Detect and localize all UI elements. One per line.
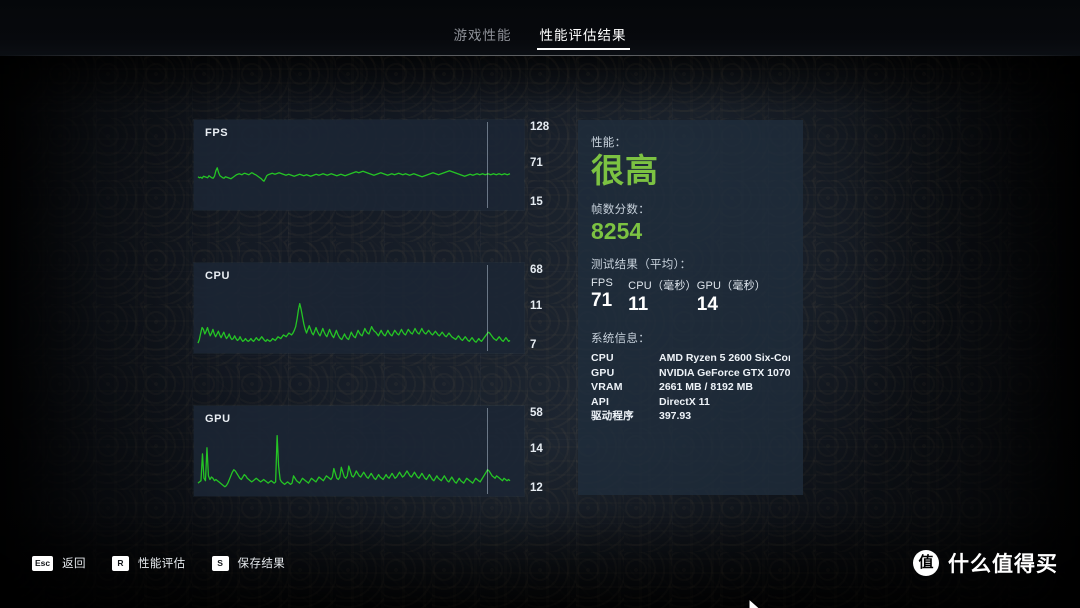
chart-axis-cpu: 68 11 7 <box>487 263 570 353</box>
system-info-row-cpu: CPU AMD Ryzen 5 2600 Six-Core Proces... <box>591 351 790 366</box>
tab-game-performance[interactable]: 游戏性能 <box>451 24 515 50</box>
chart-plot-gpu <box>194 406 524 496</box>
key-hints-bar: Esc 返回 R 性能评估 S 保存结果 <box>32 555 285 571</box>
results-row: FPS 71 CPU（毫秒） 11 GPU（毫秒） 14 <box>591 277 790 316</box>
mouse-cursor-icon <box>748 598 760 608</box>
system-info-row-gpu: GPU NVIDIA GeForce GTX 1070 Til <box>591 366 790 381</box>
axis-mid-cpu: 11 <box>530 300 543 312</box>
key-s-icon: S <box>211 555 229 571</box>
result-fps-value: 71 <box>591 290 613 311</box>
tab-benchmark-results[interactable]: 性能评估结果 <box>536 24 630 50</box>
axis-line-gpu <box>487 408 488 494</box>
performance-label: 性能： <box>591 137 627 149</box>
chart-card-gpu: GPU <box>194 406 524 496</box>
top-bar: 游戏性能 性能评估结果 <box>0 0 1080 56</box>
system-info-value-vram: 2661 MB / 8192 MB <box>659 381 753 393</box>
chart-title-gpu: GPU <box>205 413 231 425</box>
system-info-key-driver: 驱动程序 <box>591 410 634 422</box>
system-info-rows: CPU AMD Ryzen 5 2600 Six-Core Proces... … <box>591 351 790 424</box>
axis-min-fps: 15 <box>530 196 543 208</box>
watermark-text: 什么值得买 <box>948 553 1058 576</box>
score-label: 帧数分数： <box>591 204 650 216</box>
system-info-value-cpu: AMD Ryzen 5 2600 Six-Core Proces... <box>659 352 790 364</box>
hint-back-label: 返回 <box>62 558 86 570</box>
tab-benchmark-results-label: 性能评估结果 <box>539 28 627 43</box>
result-cpu-value: 11 <box>628 294 649 315</box>
axis-line-fps <box>487 122 488 208</box>
result-gpu-label: GPU（毫秒） <box>696 280 766 292</box>
hint-save-results[interactable]: S 保存结果 <box>211 555 286 571</box>
system-info-key-gpu: GPU <box>591 366 615 379</box>
system-info-row-api: API DirectX 11 <box>591 395 790 410</box>
chart-card-fps: FPS <box>194 120 524 210</box>
key-r-icon: R <box>111 555 129 571</box>
tab-game-performance-label: 游戏性能 <box>453 28 512 43</box>
results-info-panel: 性能： 很高 帧数分数： 8254 测试结果（平均）： FPS 71 CPU（毫… <box>578 120 803 495</box>
system-info-key-vram: VRAM <box>591 381 623 393</box>
axis-line-cpu <box>487 265 488 351</box>
axis-mid-gpu: 14 <box>530 443 543 455</box>
hint-back[interactable]: Esc 返回 <box>32 555 86 571</box>
smzdm-logo-icon: 值 <box>913 550 939 576</box>
result-cpu-label: CPU（毫秒） <box>628 280 697 292</box>
hint-save-results-label: 保存结果 <box>237 558 286 570</box>
axis-min-cpu: 7 <box>530 339 537 351</box>
system-info-value-api: DirectX 11 <box>659 395 710 408</box>
result-gpu-value: 14 <box>696 294 718 315</box>
result-cpu: CPU（毫秒） 11 <box>628 277 697 316</box>
axis-max-fps: 128 <box>530 121 550 133</box>
results-label: 测试结果（平均）： <box>591 259 692 271</box>
system-info-key-cpu: CPU <box>591 352 614 364</box>
key-esc-icon: Esc <box>32 555 54 571</box>
performance-rating-value: 很高 <box>591 152 659 189</box>
result-fps: FPS 71 <box>591 277 628 316</box>
axis-min-gpu: 12 <box>530 482 543 494</box>
system-info-row-driver: 驱动程序 397.93 <box>591 409 790 424</box>
system-info-value-driver: 397.93 <box>659 410 692 422</box>
system-info-value-gpu: NVIDIA GeForce GTX 1070 Til <box>659 366 790 379</box>
axis-max-gpu: 58 <box>530 407 543 419</box>
result-fps-label: FPS <box>591 277 613 289</box>
hint-run-benchmark-label: 性能评估 <box>137 558 186 570</box>
chart-axis-gpu: 58 14 12 <box>487 406 570 496</box>
system-info-label: 系统信息： <box>591 333 650 345</box>
system-info-row-vram: VRAM 2661 MB / 8192 MB <box>591 380 790 395</box>
score-value: 8254 <box>591 218 643 244</box>
result-gpu: GPU（毫秒） 14 <box>697 277 766 316</box>
chart-plot-fps <box>194 120 524 210</box>
watermark: 值 什么值得买 <box>913 548 1058 578</box>
chart-plot-cpu <box>194 263 524 353</box>
hint-run-benchmark[interactable]: R 性能评估 <box>111 555 186 571</box>
tab-bar: 游戏性能 性能评估结果 <box>0 24 1080 50</box>
axis-max-cpu: 68 <box>530 264 543 276</box>
chart-axis-fps: 128 71 15 <box>487 120 570 210</box>
chart-title-fps: FPS <box>205 127 229 139</box>
chart-title-cpu: CPU <box>205 270 231 282</box>
axis-mid-fps: 71 <box>530 157 543 169</box>
chart-card-cpu: CPU <box>194 263 524 353</box>
system-info-key-api: API <box>591 395 610 408</box>
